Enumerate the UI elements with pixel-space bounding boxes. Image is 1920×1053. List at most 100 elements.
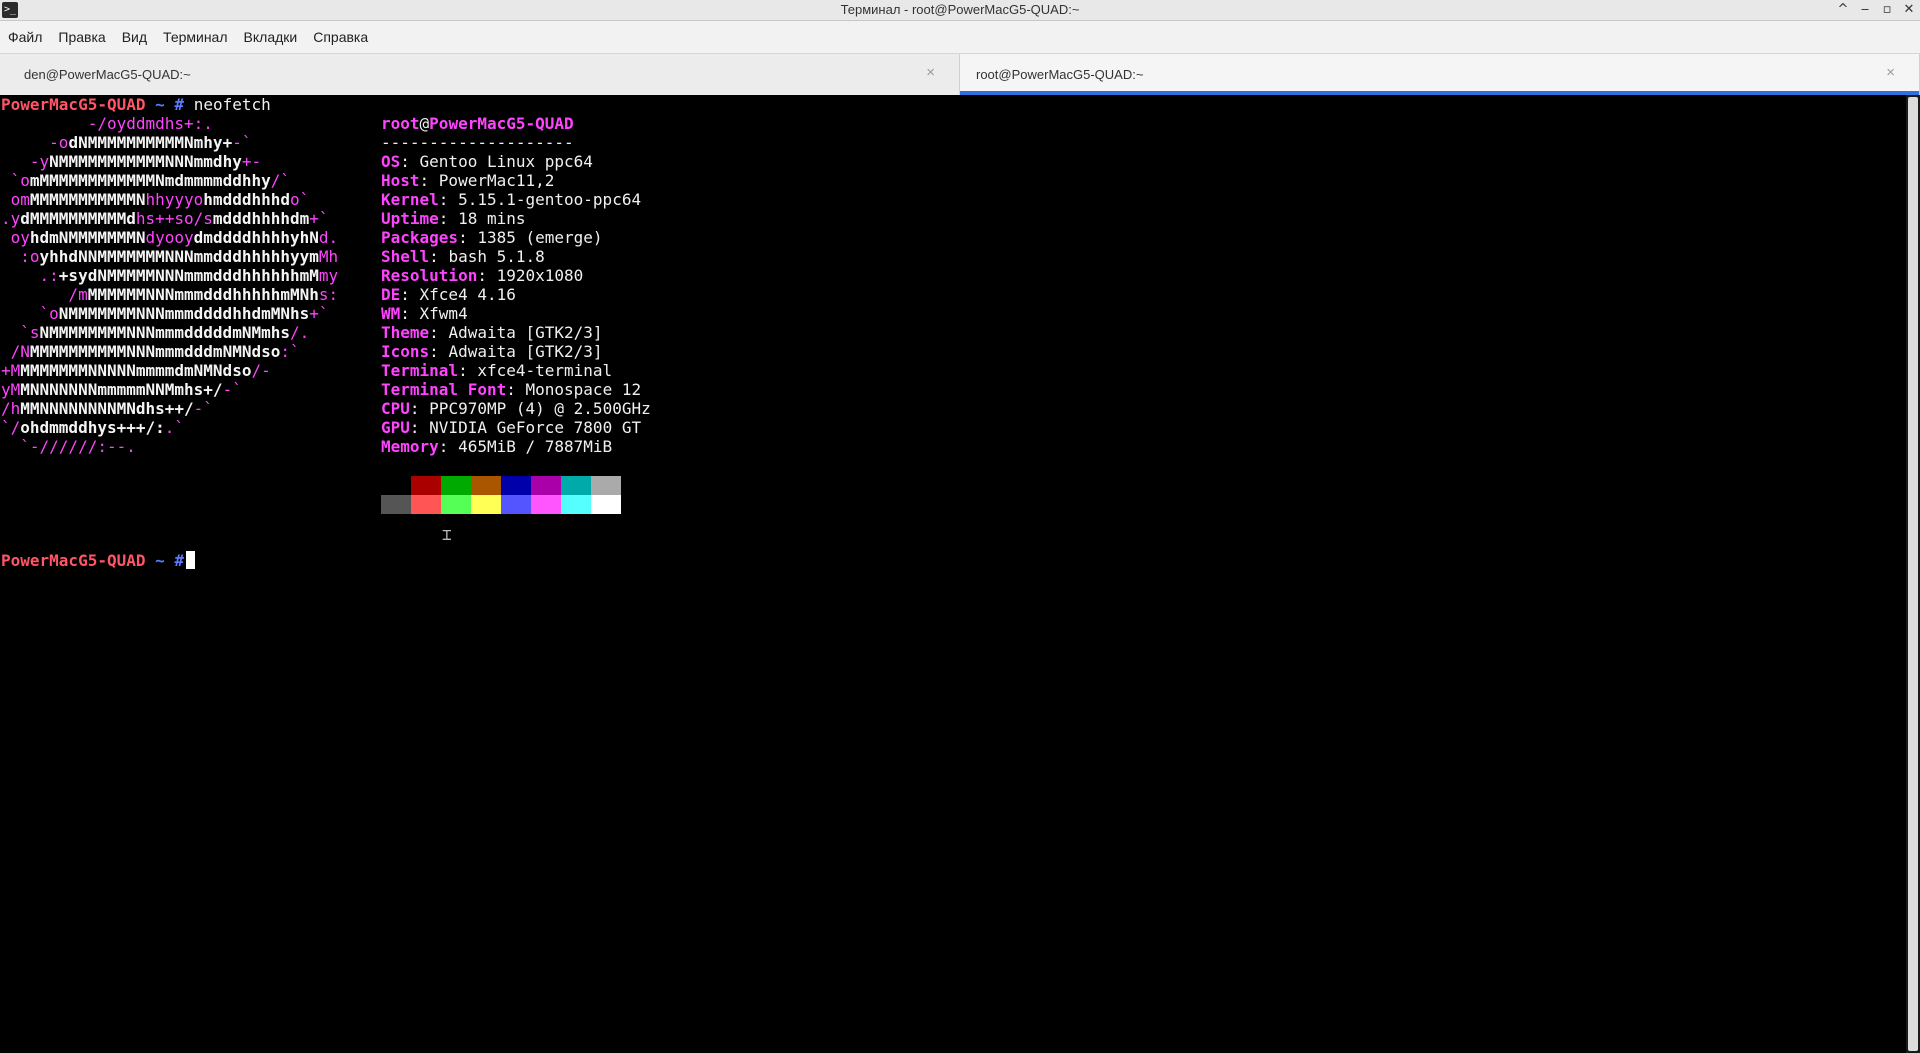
logo-fragment: .: — [1, 266, 59, 285]
info-key: WM — [381, 304, 401, 323]
info-key: OS — [381, 152, 401, 171]
prompt-host: PowerMacG5-QUAD — [1, 551, 146, 570]
logo-fragment: oy — [1, 228, 30, 247]
color-swatch — [591, 495, 621, 514]
color-swatch — [501, 476, 531, 495]
command-text: neofetch — [193, 95, 271, 114]
prompt-host: PowerMacG5-QUAD — [1, 95, 146, 114]
menu-help[interactable]: Справка — [305, 29, 376, 45]
color-swatch — [561, 476, 591, 495]
logo-fragment: -` — [193, 399, 213, 418]
color-swatch — [411, 495, 441, 514]
info-value: PowerMac11,2 — [438, 171, 555, 190]
palette-row-bright — [381, 495, 621, 514]
tab-close-icon[interactable]: × — [1886, 64, 1895, 81]
logo-fragment: :` — [280, 342, 300, 361]
info-value: 18 mins — [458, 209, 526, 228]
info-value: Xfwm4 — [419, 304, 468, 323]
logo-fragment: -o — [1, 133, 69, 152]
shade-icon[interactable]: ^ — [1836, 1, 1850, 19]
prompt-hash: # — [174, 95, 185, 114]
info-value: Adwaita [GTK2/3] — [448, 323, 603, 342]
maximize-icon[interactable]: ▫ — [1880, 1, 1894, 19]
logo-fragment: dyooy — [145, 228, 194, 247]
logo-fragment: Mh — [318, 247, 339, 266]
info-value: Xfce4 4.16 — [419, 285, 516, 304]
info-value: Monospace 12 — [525, 380, 642, 399]
logo-fragment: NMMMMMMMMNNNmmmdddddmNMmhs — [39, 323, 290, 342]
color-swatch — [591, 476, 621, 495]
logo-fragment: .` — [164, 418, 185, 437]
color-swatch — [471, 495, 501, 514]
minimize-icon[interactable]: ‒ — [1858, 1, 1872, 19]
logo-fragment: dNMMMMMMMMMMNmhy+ — [68, 133, 233, 152]
logo-fragment: `-//////:--. — [1, 437, 136, 456]
logo-fragment: +M — [1, 361, 21, 380]
close-window-icon[interactable]: ✕ — [1902, 1, 1916, 19]
info-key: Packages — [381, 228, 459, 247]
menu-file[interactable]: Файл — [0, 29, 50, 45]
tab-bar: den@PowerMacG5-QUAD:~ × root@PowerMacG5-… — [0, 54, 1920, 95]
terminal-cursor — [186, 551, 196, 569]
info-separator: -------------------- — [381, 133, 574, 152]
logo-fragment: yhhdNNMMMMMMMNNNmmdddhhhhhyym — [39, 247, 319, 266]
info-key: Kernel — [381, 190, 439, 209]
menu-terminal[interactable]: Терминал — [155, 29, 235, 45]
color-swatch — [441, 476, 471, 495]
scrollbar-thumb[interactable] — [1908, 97, 1918, 1051]
color-swatch — [471, 476, 501, 495]
gentoo-ascii-logo: -/oyddmdhs+:. -odNMMMMMMMMMMNmhy+-` -yNM… — [1, 114, 338, 456]
logo-fragment: s: — [318, 285, 339, 304]
logo-fragment: mMMMMMMMMMMMMNmdmmmmddhhy — [29, 171, 271, 190]
info-key: GPU — [381, 418, 410, 437]
prompt-tilde: ~ — [155, 551, 165, 570]
menubar: Файл Правка Вид Терминал Вкладки Справка — [0, 21, 1920, 54]
prompt-hash: # — [174, 551, 185, 570]
color-swatch — [561, 495, 591, 514]
color-swatch — [381, 476, 411, 495]
info-key: Icons — [381, 342, 430, 361]
terminal-output[interactable]: PowerMacG5-QUAD ~ # neofetch -/oyddmdhs+… — [0, 95, 1906, 1053]
tab-root[interactable]: root@PowerMacG5-QUAD:~ × — [960, 54, 1920, 95]
logo-fragment: -` — [232, 133, 252, 152]
prompt-tilde: ~ — [155, 95, 165, 114]
window-controls: ^ ‒ ▫ ✕ — [1836, 1, 1916, 19]
info-key: Terminal — [381, 361, 459, 380]
logo-fragment: -/oyddmdhs+:. — [1, 114, 213, 133]
logo-fragment: `o — [1, 171, 30, 190]
logo-fragment: `/ — [1, 418, 21, 437]
logo-fragment: dMMMMMMMMMMd — [20, 209, 136, 228]
menu-tabs[interactable]: Вкладки — [236, 29, 306, 45]
tab-close-icon[interactable]: × — [926, 64, 935, 81]
logo-fragment: /` — [270, 171, 290, 190]
logo-fragment: om — [1, 190, 30, 209]
logo-fragment: o` — [290, 190, 310, 209]
info-value: PPC970MP (4) @ 2.500GHz — [429, 399, 651, 418]
menu-edit[interactable]: Правка — [50, 29, 113, 45]
logo-fragment: dmddddhhhhyhN — [193, 228, 319, 247]
info-key: Resolution — [381, 266, 478, 285]
logo-fragment: `s — [1, 323, 40, 342]
info-value: 1385 (emerge) — [477, 228, 603, 247]
logo-fragment: +` — [309, 304, 329, 323]
info-value: NVIDIA GeForce 7800 GT — [429, 418, 642, 437]
logo-fragment: MMMMMMMNNNNNmmmmdmNMNdso — [20, 361, 252, 380]
tab-den[interactable]: den@PowerMacG5-QUAD:~ × — [0, 54, 960, 95]
prompt-line-current: PowerMacG5-QUAD ~ # — [1, 551, 196, 570]
logo-fragment: ohdmmddhys+++/: — [20, 418, 165, 437]
logo-fragment: /h — [1, 399, 21, 418]
info-key: DE — [381, 285, 401, 304]
info-at: @ — [419, 114, 430, 133]
prompt-line: PowerMacG5-QUAD ~ # neofetch — [1, 95, 271, 114]
logo-fragment: +` — [309, 209, 329, 228]
color-palette — [381, 476, 621, 514]
menu-view[interactable]: Вид — [114, 29, 155, 45]
logo-fragment: .y — [1, 209, 21, 228]
info-key: CPU — [381, 399, 410, 418]
logo-fragment: :o — [1, 247, 40, 266]
logo-fragment: MMMMMMNNNmmmdddhhhhhmMNh — [87, 285, 319, 304]
logo-fragment: hdmNMMMMMMMN — [29, 228, 146, 247]
color-swatch — [441, 495, 471, 514]
logo-fragment: d. — [318, 228, 339, 247]
info-key: Theme — [381, 323, 430, 342]
